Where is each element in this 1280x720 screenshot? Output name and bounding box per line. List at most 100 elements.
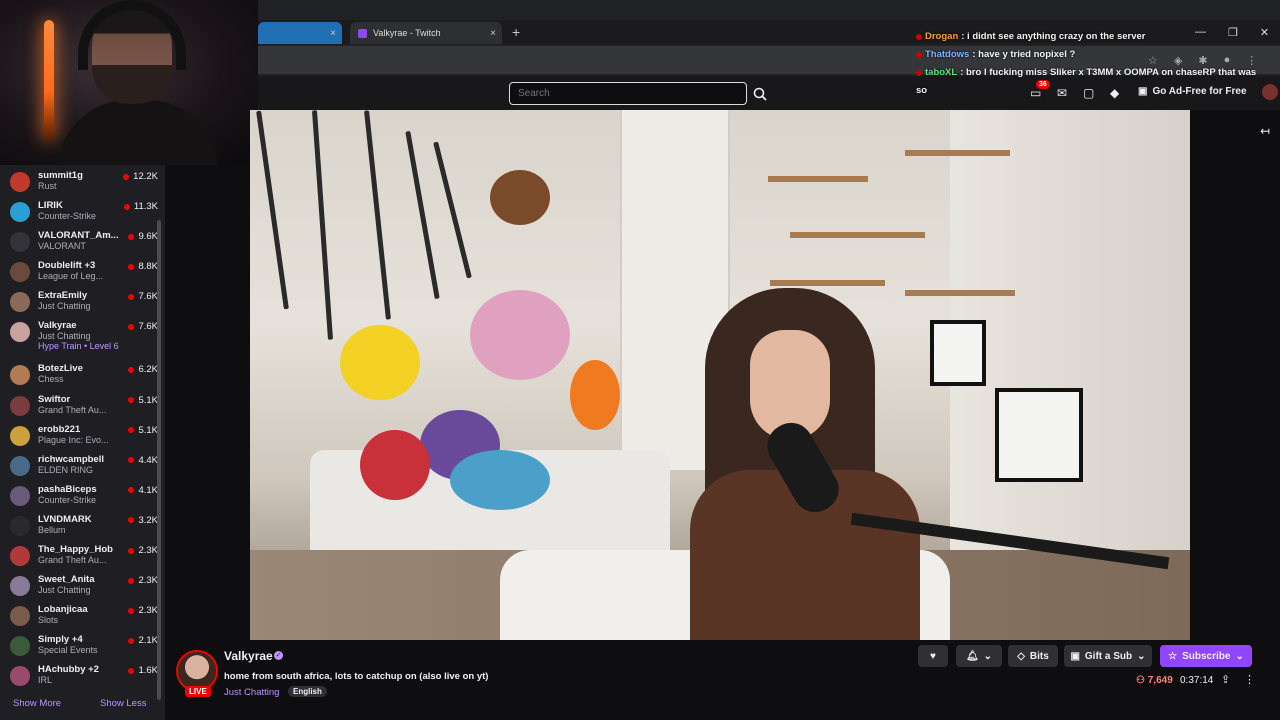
follow-button[interactable]: ♥: [918, 645, 948, 667]
person-icon: ⚇: [1136, 675, 1145, 686]
channel-name: Doublelift +3: [38, 260, 96, 272]
stream-uptime: 0:37:14: [1180, 675, 1214, 686]
channel-viewers: 1.6K: [128, 665, 158, 676]
live-dot-icon: [128, 427, 135, 434]
browser-tab-twitch[interactable]: Valkyrae - Twitch ×: [350, 22, 502, 44]
channel-name: VALORANT_Am...: [38, 230, 119, 242]
channel-name: Sweet_Anita: [38, 574, 95, 586]
show-less-link[interactable]: Show Less: [100, 698, 146, 709]
live-badge: LIVE: [185, 686, 211, 697]
badge-icon: [916, 34, 922, 40]
live-dot-icon: [123, 173, 130, 180]
sidebar-channel-1[interactable]: LIRIK Counter-Strike 11.3K: [10, 200, 158, 230]
scene-plush-star: [340, 325, 420, 400]
channel-avatar: [10, 666, 30, 687]
sidebar-channel-12[interactable]: The_Happy_Hob Grand Theft Au... 2.3K: [10, 544, 158, 574]
channel-viewers: 4.1K: [128, 485, 158, 496]
channel-avatar: [10, 455, 30, 476]
bits-button[interactable]: ◇ Bits: [1008, 645, 1058, 667]
sidebar-channel-13[interactable]: Sweet_Anita Just Chatting 2.3K: [10, 574, 158, 604]
subscribe-button[interactable]: ☆ Subscribe ⌄: [1160, 645, 1252, 667]
channel-viewers: 2.3K: [128, 575, 158, 586]
channel-text: Lobanjicaa Slots: [38, 604, 120, 634]
chat-username[interactable]: Drogan: [925, 28, 958, 46]
star-icon: ☆: [1168, 650, 1178, 662]
webcam-overlay: [0, 0, 258, 165]
close-tab-icon[interactable]: ×: [490, 28, 496, 39]
channel-text: Sweet_Anita Just Chatting: [38, 574, 120, 604]
channel-avatar: [10, 485, 30, 506]
viewer-count: 7.6K: [138, 321, 158, 333]
channel-game: Bellum: [38, 524, 66, 535]
search-button[interactable]: [749, 82, 771, 105]
search-input[interactable]: [509, 82, 747, 105]
show-more-link[interactable]: Show More: [13, 698, 61, 709]
language-tag[interactable]: English: [288, 686, 327, 697]
viewer-count: 4.1K: [138, 484, 158, 496]
sidebar-channel-10[interactable]: pashaBiceps Counter-Strike 4.1K: [10, 484, 158, 514]
chat-message: Thatdows : have y tried nopixel ?: [916, 46, 1280, 64]
channel-name: LVNDMARK: [38, 513, 92, 525]
sidebar-channel-15[interactable]: Simply +4 Special Events 2.1K: [10, 634, 158, 664]
channel-text: richwcampbell ELDEN RING: [38, 454, 120, 484]
notifications-button[interactable]: 🔔︎ ⌄: [956, 645, 1002, 667]
scene-shelf: [905, 290, 1015, 296]
sidebar-channel-2[interactable]: VALORANT_Am... VALORANT 9.6K: [10, 230, 158, 260]
hype-train-label: Hype Train • Level 6: [38, 341, 119, 352]
channel-viewers: 7.6K: [128, 321, 158, 332]
streamer-name[interactable]: Valkyrae: [224, 649, 273, 663]
chat-username[interactable]: taboXL: [925, 64, 957, 82]
sidebar-channel-9[interactable]: richwcampbell ELDEN RING 4.4K: [10, 454, 158, 484]
channel-avatar: [10, 395, 30, 416]
sidebar-channel-8[interactable]: erobb221 Plague Inc: Evo... 5.1K: [10, 424, 158, 454]
share-icon[interactable]: ⇪: [1221, 673, 1230, 686]
scene-picture-frame: [995, 388, 1083, 482]
sidebar-channel-3[interactable]: Doublelift +3 League of Leg... 8.8K: [10, 260, 158, 290]
sidebar-channel-11[interactable]: LVNDMARK Bellum 3.2K: [10, 514, 158, 544]
sidebar-channel-0[interactable]: summit1g Rust 12.2K: [10, 170, 158, 200]
live-dot-icon: [128, 457, 135, 464]
channel-game: Just Chatting: [38, 301, 91, 312]
stream-category[interactable]: Just Chatting: [224, 687, 279, 698]
new-tab-button[interactable]: +: [512, 24, 520, 40]
live-dot-icon: [128, 366, 135, 373]
collapse-chat-icon[interactable]: ↤: [1260, 124, 1270, 138]
channel-text: ExtraEmily Just Chatting: [38, 290, 120, 320]
scene-plush: [450, 450, 550, 510]
channel-avatar: [10, 292, 30, 313]
channel-game: Just Chatting: [38, 585, 91, 596]
channel-text: pashaBiceps Counter-Strike: [38, 484, 120, 514]
gift-sub-button[interactable]: ▣ Gift a Sub ⌄: [1064, 645, 1152, 667]
viewer-count: 2.1K: [138, 635, 158, 647]
browser-tab-other[interactable]: ×: [258, 22, 342, 44]
sidebar-channel-14[interactable]: Lobanjicaa Slots 2.3K: [10, 604, 158, 634]
live-dot-icon: [128, 487, 135, 494]
sidebar-channel-7[interactable]: Swiftor Grand Theft Au... 5.1K: [10, 394, 158, 424]
more-options-icon[interactable]: ⋮: [1244, 673, 1255, 686]
sidebar-scrollbar[interactable]: [157, 220, 161, 700]
channel-avatar: [10, 606, 30, 627]
chat-username[interactable]: Thatdows: [925, 46, 969, 64]
channel-list: summit1g Rust 12.2K LIRIK Counter-Strike 11.3…: [10, 170, 158, 695]
scene-sword: [405, 130, 440, 300]
channel-text: LVNDMARK Bellum: [38, 514, 120, 544]
close-tab-icon[interactable]: ×: [330, 28, 336, 39]
channel-avatar: [10, 262, 30, 283]
chat-text: : i didnt see anything crazy on the serv…: [961, 31, 1146, 42]
viewer-count: 5.1K: [138, 424, 158, 436]
sidebar-channel-6[interactable]: BotezLive Chess 6.2K: [10, 363, 158, 393]
channel-game: Grand Theft Au...: [38, 555, 107, 566]
channel-name: erobb221: [38, 423, 81, 435]
sidebar-channel-16[interactable]: HAchubby +2 IRL 1.6K: [10, 664, 158, 694]
scene-shelf: [770, 280, 885, 286]
channel-viewers: 4.4K: [128, 455, 158, 466]
sidebar-channel-5[interactable]: Valkyrae Just Chatting Hype Train • Level …: [10, 320, 158, 363]
video-player[interactable]: [250, 110, 1190, 640]
tab-label: Valkyrae - Twitch: [373, 28, 441, 38]
sidebar-channel-4[interactable]: ExtraEmily Just Chatting 7.6K: [10, 290, 158, 320]
chevron-down-icon: ⌄: [1137, 650, 1146, 662]
viewer-count: 2.3K: [138, 545, 158, 557]
webcam-person-body: [58, 100, 218, 165]
channel-name: Lobanjicaa: [38, 604, 88, 616]
rgb-light: [44, 20, 54, 140]
